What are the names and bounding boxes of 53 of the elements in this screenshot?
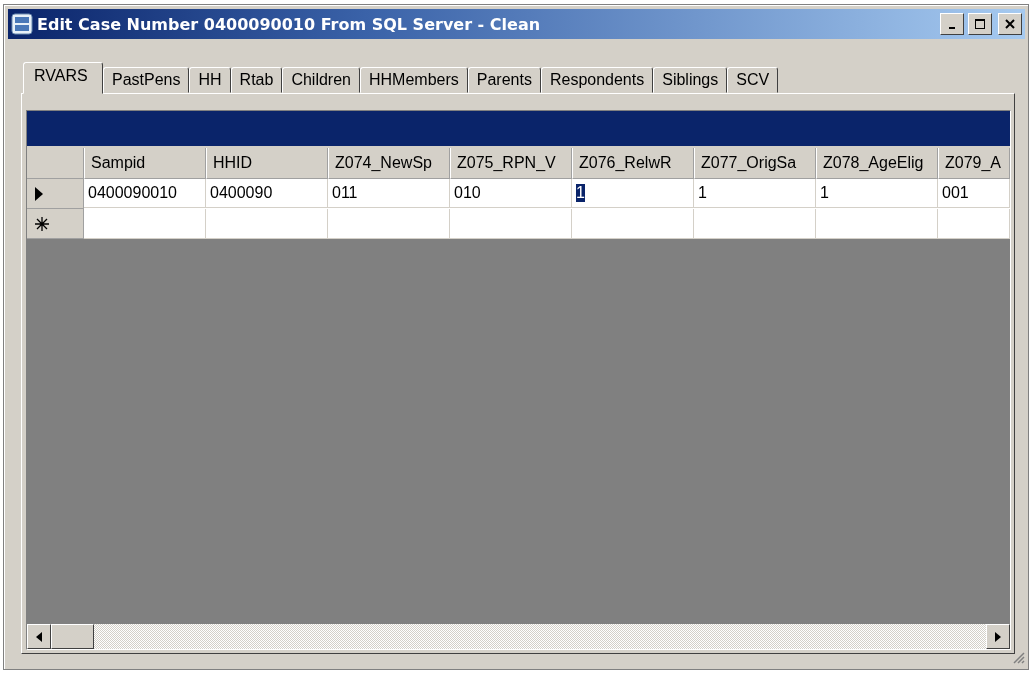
tab[interactable]: PastPens (103, 67, 190, 93)
table-cell[interactable]: 1 (694, 179, 816, 208)
row-header[interactable] (27, 179, 84, 209)
cell-value: 011 (332, 184, 358, 202)
resize-grip-icon[interactable] (1011, 650, 1025, 664)
table-cell[interactable]: 0400090010 (84, 179, 206, 208)
column-header[interactable]: Z074_NewSp (328, 148, 450, 179)
tab[interactable]: Respondents (540, 67, 654, 93)
cell-value: 1 (820, 184, 829, 202)
tab[interactable]: Rtab (230, 67, 283, 93)
scroll-left-button[interactable] (27, 624, 51, 649)
cell-value: 0400090 (210, 184, 273, 202)
cell-value: 001 (942, 184, 969, 202)
window-title: Edit Case Number 0400090010 From SQL Server - Clean (37, 14, 542, 34)
new-row-icon (35, 216, 49, 231)
tab[interactable]: Siblings (653, 67, 728, 93)
table-cell[interactable]: 1 (572, 179, 694, 208)
minimize-button[interactable] (940, 13, 964, 35)
right-arrow-icon (995, 631, 1001, 642)
tab[interactable]: Children (282, 67, 360, 93)
table-cell[interactable]: 011 (328, 179, 450, 208)
left-arrow-icon (36, 631, 42, 642)
table-cell[interactable]: 001 (938, 179, 1010, 208)
table-cell[interactable]: 0400090 (206, 179, 328, 208)
row-header[interactable] (27, 209, 84, 239)
cell-value: 1 (576, 184, 585, 202)
column-header[interactable]: Z077_OrigSa (694, 148, 816, 179)
app-icon (11, 13, 33, 35)
cell-value: 010 (454, 184, 481, 202)
close-icon (1004, 18, 1016, 30)
scroll-thumb[interactable] (51, 624, 94, 649)
table-cell[interactable]: 010 (450, 179, 572, 208)
cell-value: 1 (698, 184, 707, 202)
column-header[interactable]: Sampid (84, 148, 206, 179)
tab[interactable]: HH (189, 67, 231, 93)
column-header[interactable]: HHID (206, 148, 328, 179)
maximize-button[interactable] (968, 13, 992, 35)
column-header[interactable]: Z079_A (938, 148, 1010, 179)
scroll-right-button[interactable] (986, 624, 1010, 649)
horizontal-scrollbar[interactable] (27, 624, 1010, 649)
tab[interactable]: SCV (727, 67, 779, 93)
current-row-icon (35, 186, 43, 201)
cell-value: 0400090010 (88, 184, 177, 202)
maximize-icon (974, 18, 986, 30)
tab[interactable]: RVARS (23, 62, 103, 94)
tab[interactable]: Parents (467, 67, 541, 93)
column-header[interactable]: Z076_RelwR (572, 148, 694, 179)
close-button[interactable] (998, 13, 1022, 35)
minimize-icon (949, 27, 955, 29)
tab[interactable]: HHMembers (360, 67, 468, 93)
table-cell[interactable]: 1 (816, 179, 938, 208)
column-header[interactable]: Z078_AgeElig (816, 148, 938, 179)
column-header[interactable]: Z075_RPN_V (450, 148, 572, 179)
